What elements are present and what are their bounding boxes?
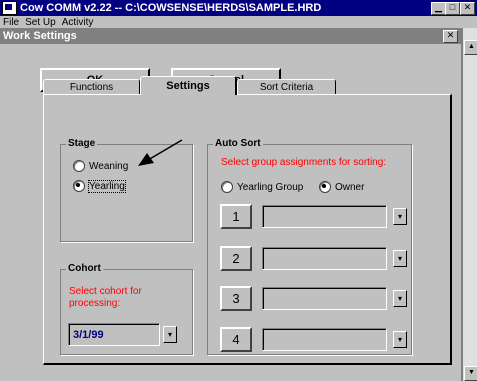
auto-sort-group-title: Auto Sort <box>213 138 263 149</box>
slot-1-dropdown-button[interactable]: ▾ <box>393 208 407 225</box>
radio-yearling-label: Yearling <box>88 179 126 193</box>
auto-sort-prompt: Select group assignments for sorting: <box>221 157 387 168</box>
menu-activity[interactable]: Activity <box>59 17 97 28</box>
radio-yearling-group-label: Yearling Group <box>237 181 304 193</box>
cohort-group-title: Cohort <box>66 263 103 274</box>
radio-weaning[interactable]: Weaning <box>73 160 128 172</box>
auto-sort-group: Auto Sort Select group assignments for s… <box>207 138 412 355</box>
stage-group-title: Stage <box>66 138 98 149</box>
radio-yearling-circle <box>73 180 85 192</box>
radio-owner-label: Owner <box>335 181 365 193</box>
chevron-down-icon: ▾ <box>397 294 402 303</box>
arrow-up-icon: ▲ <box>468 43 475 50</box>
chevron-down-icon: ▾ <box>397 212 402 221</box>
vertical-scrollbar[interactable]: ▲ ▼ <box>462 28 477 381</box>
arrow-down-icon: ▼ <box>468 369 475 376</box>
tab-settings[interactable]: Settings <box>140 76 237 95</box>
app-icon <box>2 1 17 15</box>
radio-owner[interactable]: Owner <box>319 181 364 193</box>
scroll-down-button[interactable]: ▼ <box>464 366 477 381</box>
menu-bar: File Set Up Activity <box>0 16 477 28</box>
tab-sort-criteria[interactable]: Sort Criteria <box>237 79 336 95</box>
app-title: Cow COMM v2.22 -- C:\COWSENSE\HERDS\SAMP… <box>20 2 322 14</box>
work-settings-titlebar: Work Settings <box>0 28 462 44</box>
work-settings-title: Work Settings <box>3 30 77 42</box>
tab-functions-label: Functions <box>69 82 114 93</box>
tab-sort-criteria-label: Sort Criteria <box>259 82 314 93</box>
cohort-group: Cohort Select cohort for processing: 3/1… <box>60 263 193 355</box>
slot-number-3: 3 <box>220 286 252 311</box>
slot-number-2: 2 <box>220 246 252 271</box>
radio-yearling[interactable]: Yearling <box>73 179 126 193</box>
close-button[interactable]: ✕ <box>460 2 475 15</box>
slot-2-dropdown-button[interactable]: ▾ <box>393 250 407 267</box>
minimize-button[interactable]: ▁ <box>431 2 446 15</box>
menu-setup[interactable]: Set Up <box>22 17 59 28</box>
chevron-down-icon: ▾ <box>397 335 402 344</box>
annotation-arrow <box>138 139 183 166</box>
slot-number-1: 1 <box>220 204 252 229</box>
slot-3-dropdown-button[interactable]: ▾ <box>393 290 407 307</box>
chevron-down-icon: ▾ <box>167 330 172 339</box>
chevron-down-icon: ▾ <box>397 254 402 263</box>
scroll-up-button[interactable]: ▲ <box>464 40 477 55</box>
cohort-dropdown-button[interactable]: ▾ <box>163 326 177 343</box>
cohort-prompt: Select cohort for processing: <box>69 286 142 309</box>
tab-functions[interactable]: Functions <box>43 79 140 95</box>
app-titlebar: Cow COMM v2.22 -- C:\COWSENSE\HERDS\SAMP… <box>0 0 477 16</box>
cohort-select-value: 3/1/99 <box>73 328 104 341</box>
menu-file[interactable]: File <box>0 17 22 28</box>
slot-3-select[interactable] <box>262 287 387 310</box>
slot-1-select[interactable] <box>262 205 387 228</box>
radio-weaning-circle <box>73 160 85 172</box>
radio-yearling-group-circle <box>221 181 233 193</box>
slot-4-select[interactable] <box>262 328 387 351</box>
slot-4-dropdown-button[interactable]: ▾ <box>393 331 407 348</box>
cohort-select[interactable]: 3/1/99 <box>68 323 160 346</box>
maximize-button[interactable]: □ <box>445 2 460 15</box>
tab-settings-label: Settings <box>166 80 210 92</box>
radio-weaning-label: Weaning <box>89 160 129 172</box>
radio-owner-circle <box>319 181 331 193</box>
radio-yearling-group[interactable]: Yearling Group <box>221 181 303 193</box>
slot-number-4: 4 <box>220 327 252 352</box>
work-settings-close-button[interactable]: ✕ <box>443 30 458 43</box>
slot-2-select[interactable] <box>262 247 387 270</box>
